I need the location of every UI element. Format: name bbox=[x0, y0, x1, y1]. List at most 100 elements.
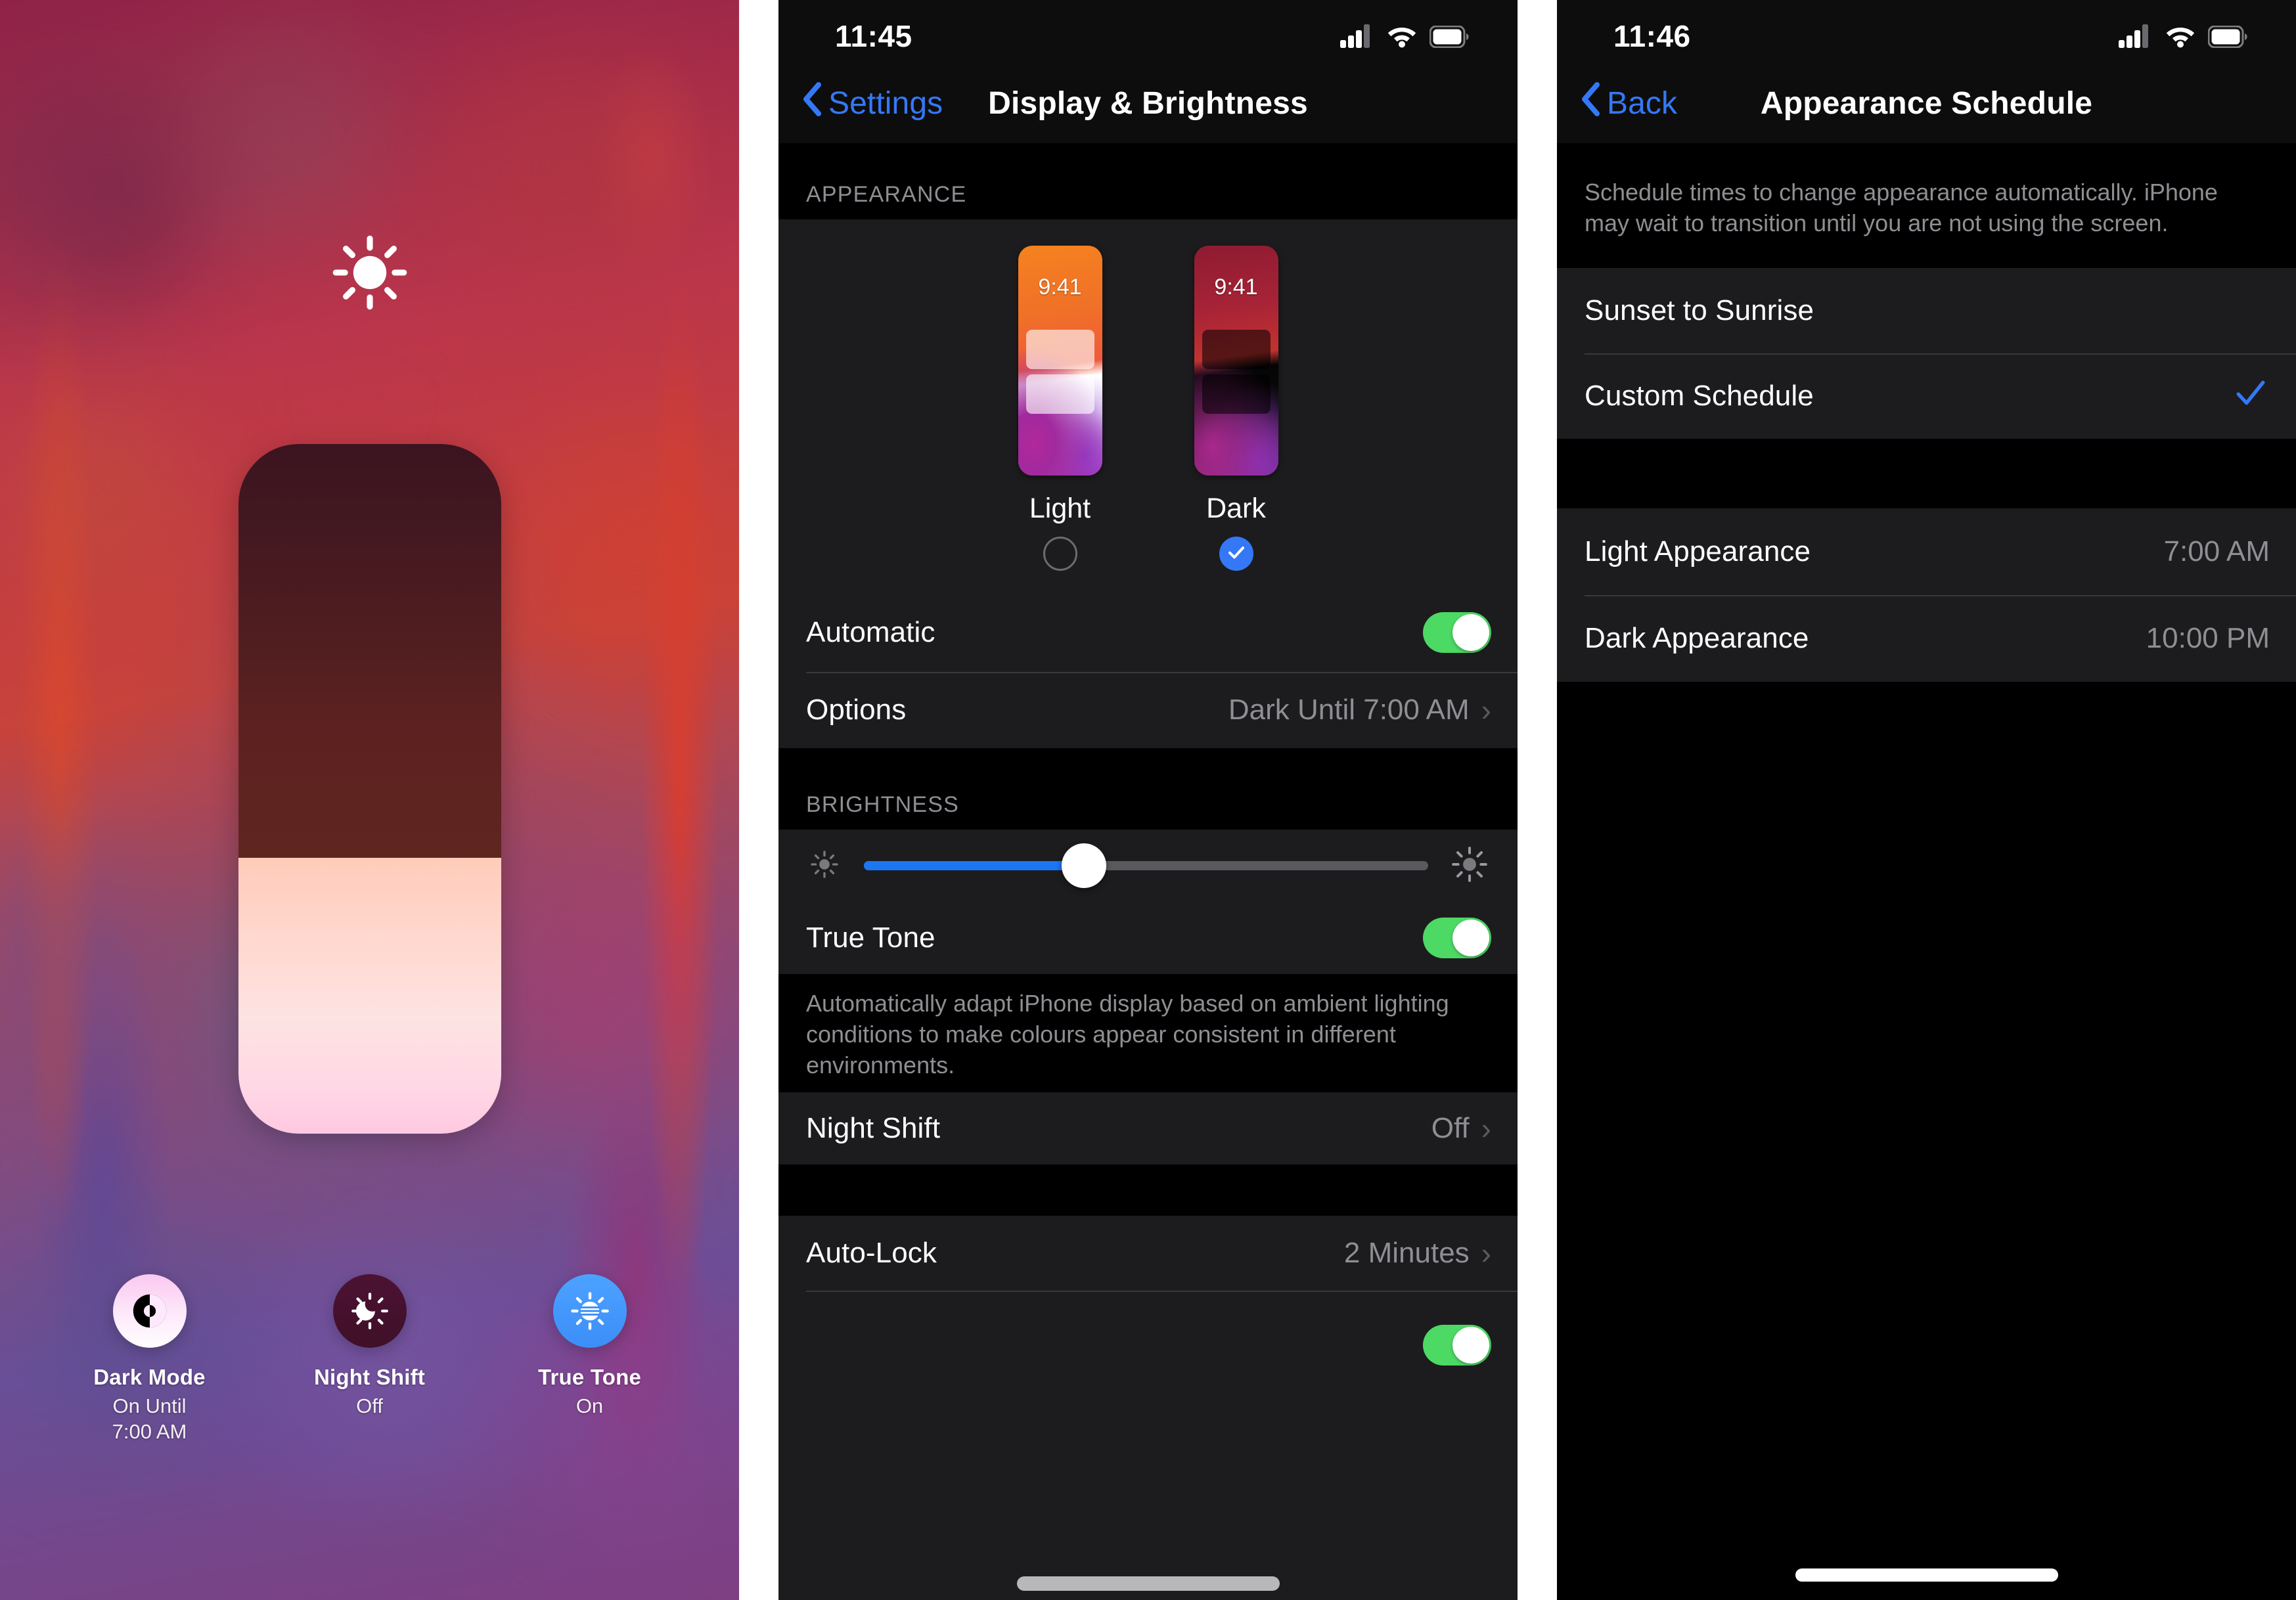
night-shift-status: Off bbox=[356, 1394, 383, 1417]
brightness-slider-fill bbox=[238, 858, 501, 1134]
auto-lock-value: 2 Minutes bbox=[1343, 1237, 1470, 1269]
raise-to-wake-row[interactable]: Raise to Wake bbox=[778, 1291, 1518, 1600]
true-tone-status: On bbox=[575, 1394, 604, 1417]
chevron-right-icon: › bbox=[1481, 1236, 1491, 1270]
true-tone-switch[interactable] bbox=[1423, 918, 1491, 958]
night-shift-row[interactable]: Night Shift Off › bbox=[778, 1092, 1518, 1165]
light-option-label: Light bbox=[1029, 493, 1091, 524]
true-tone-label: True Tone bbox=[537, 1365, 642, 1389]
dark-mode-icon bbox=[112, 1274, 187, 1348]
empty-area bbox=[1557, 682, 2296, 1600]
back-button-label: Back bbox=[1607, 85, 1678, 121]
night-shift-icon bbox=[332, 1274, 407, 1348]
light-preview-thumbnail: 9:41 bbox=[1018, 246, 1102, 476]
appearance-option-dark[interactable]: 9:41 Dark bbox=[1194, 246, 1278, 571]
dark-appearance-row[interactable]: Dark Appearance 10:00 PM bbox=[1557, 595, 2296, 682]
control-center-brightness-panel: Dark Mode On Until 7:00 AM Night Shift O… bbox=[0, 0, 739, 1600]
night-shift-toggle[interactable]: Night Shift Off bbox=[288, 1274, 452, 1444]
chevron-left-icon bbox=[802, 82, 822, 124]
true-tone-row[interactable]: True Tone bbox=[778, 902, 1518, 974]
status-bar: 11:45 bbox=[778, 0, 1518, 63]
brightness-low-icon bbox=[806, 846, 843, 886]
brightness-slider-vertical[interactable] bbox=[238, 444, 501, 1134]
auto-lock-label: Auto-Lock bbox=[806, 1237, 937, 1269]
nav-bar: Back Appearance Schedule bbox=[1557, 63, 2296, 143]
options-label: Options bbox=[806, 694, 907, 726]
night-shift-value: Off bbox=[1431, 1112, 1470, 1144]
checkmark-icon bbox=[2232, 377, 2270, 416]
brightness-track-knob[interactable] bbox=[1062, 843, 1106, 888]
options-value: Dark Until 7:00 AM bbox=[1228, 694, 1470, 726]
mode-row-sunset-to-sunrise[interactable]: Sunset to Sunrise bbox=[1557, 268, 2296, 353]
chevron-left-icon bbox=[1581, 82, 1600, 124]
back-button-settings[interactable]: Settings bbox=[778, 82, 943, 124]
status-bar: 11:46 bbox=[1557, 0, 2296, 63]
true-tone-icon bbox=[552, 1274, 627, 1348]
dark-appearance-time: 10:00 PM bbox=[2146, 622, 2270, 654]
dark-preview-time: 9:41 bbox=[1214, 275, 1258, 300]
dark-appearance-label: Dark Appearance bbox=[1585, 622, 1809, 654]
sunset-to-sunrise-label: Sunset to Sunrise bbox=[1585, 294, 1814, 326]
dark-mode-status: On Until bbox=[112, 1394, 187, 1417]
brightness-slider-unfilled bbox=[238, 444, 501, 858]
status-time: 11:45 bbox=[835, 19, 912, 53]
raise-to-wake-switch[interactable] bbox=[1423, 1325, 1491, 1366]
scroll-indicator[interactable] bbox=[1016, 1576, 1280, 1591]
back-button-label: Settings bbox=[828, 85, 943, 121]
night-shift-label: Night Shift bbox=[806, 1112, 941, 1144]
dark-preview-thumbnail: 9:41 bbox=[1194, 246, 1278, 476]
back-button[interactable]: Back bbox=[1557, 82, 1677, 124]
three-screenshot-board: Dark Mode On Until 7:00 AM Night Shift O… bbox=[0, 0, 2296, 1600]
schedule-description: Schedule times to change appearance auto… bbox=[1557, 143, 2296, 268]
true-tone-label: True Tone bbox=[806, 922, 935, 954]
panel-divider-left bbox=[739, 0, 778, 1600]
brightness-section-header: BRIGHTNESS bbox=[778, 748, 1518, 830]
signal-bars-icon bbox=[1340, 23, 1374, 51]
true-tone-toggle[interactable]: True Tone On bbox=[508, 1274, 672, 1444]
dark-mode-toggle[interactable]: Dark Mode On Until 7:00 AM bbox=[68, 1274, 232, 1444]
dark-radio-button[interactable] bbox=[1219, 537, 1253, 571]
section-gap bbox=[778, 1165, 1518, 1216]
dark-mode-label: Dark Mode bbox=[93, 1365, 206, 1389]
nav-bar: Settings Display & Brightness bbox=[778, 63, 1518, 143]
chevron-right-icon: › bbox=[1481, 1111, 1491, 1145]
battery-icon bbox=[2207, 25, 2247, 51]
appearance-picker: 9:41 Light 9:41 Dark bbox=[778, 219, 1518, 593]
night-shift-label: Night Shift bbox=[314, 1365, 425, 1389]
chevron-right-icon: › bbox=[1481, 693, 1491, 727]
brightness-track[interactable] bbox=[864, 843, 1428, 888]
light-appearance-row[interactable]: Light Appearance 7:00 AM bbox=[1557, 508, 2296, 595]
control-center-toggle-row: Dark Mode On Until 7:00 AM Night Shift O… bbox=[0, 1274, 739, 1444]
wifi-icon bbox=[1385, 23, 1418, 51]
home-indicator[interactable] bbox=[1795, 1568, 2058, 1582]
light-radio-button[interactable] bbox=[1043, 537, 1077, 571]
appearance-section-header: APPEARANCE bbox=[778, 143, 1518, 219]
brightness-sun-icon bbox=[324, 227, 416, 319]
light-preview-time: 9:41 bbox=[1038, 275, 1082, 300]
custom-schedule-label: Custom Schedule bbox=[1585, 380, 1814, 412]
options-row[interactable]: Options Dark Until 7:00 AM › bbox=[778, 672, 1518, 748]
brightness-high-icon bbox=[1449, 844, 1490, 888]
wifi-icon bbox=[2164, 23, 2197, 51]
brightness-slider-row[interactable] bbox=[778, 830, 1518, 902]
panel-divider-right bbox=[1518, 0, 1557, 1600]
checkmark-icon bbox=[1227, 543, 1246, 566]
mode-row-custom-schedule[interactable]: Custom Schedule bbox=[1557, 353, 2296, 439]
brightness-track-fill bbox=[864, 861, 1084, 870]
display-and-brightness-screen: 11:45 Settings Display & Brightness APPE… bbox=[778, 0, 1518, 1600]
light-appearance-label: Light Appearance bbox=[1585, 535, 1811, 567]
dark-option-label: Dark bbox=[1206, 493, 1266, 524]
light-appearance-time: 7:00 AM bbox=[2163, 535, 2270, 567]
automatic-label: Automatic bbox=[806, 616, 935, 648]
status-time: 11:46 bbox=[1613, 19, 1691, 53]
automatic-row[interactable]: Automatic bbox=[778, 593, 1518, 672]
auto-lock-row[interactable]: Auto-Lock 2 Minutes › bbox=[778, 1216, 1518, 1291]
section-gap bbox=[1557, 439, 2296, 508]
dark-mode-status-time: 7:00 AM bbox=[112, 1419, 187, 1443]
appearance-schedule-screen: 11:46 Back Appearance Schedule Schedule … bbox=[1557, 0, 2296, 1600]
signal-bars-icon bbox=[2119, 23, 2153, 51]
automatic-switch[interactable] bbox=[1423, 612, 1491, 653]
battery-icon bbox=[1429, 25, 1469, 51]
true-tone-description: Automatically adapt iPhone display based… bbox=[778, 974, 1518, 1092]
appearance-option-light[interactable]: 9:41 Light bbox=[1018, 246, 1102, 571]
